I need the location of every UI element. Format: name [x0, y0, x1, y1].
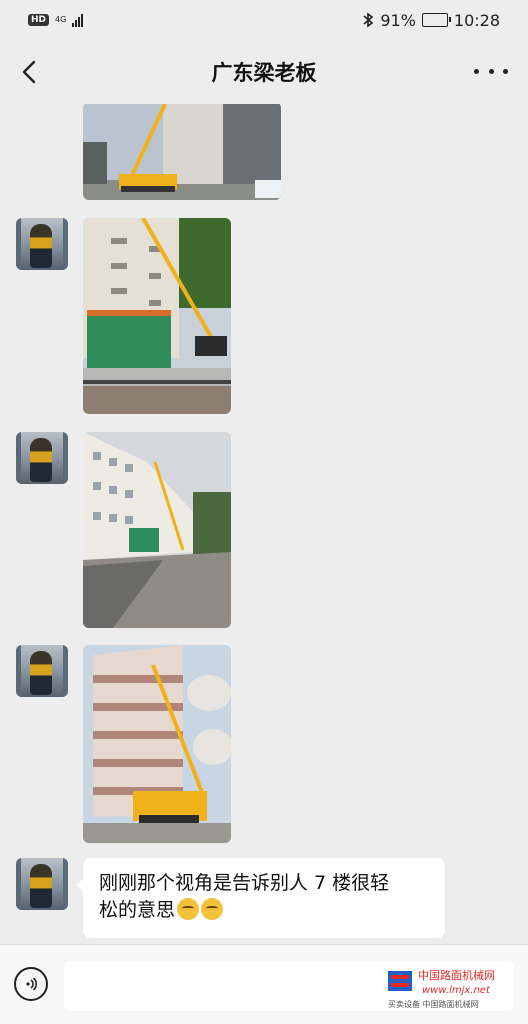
- dot-icon: [488, 68, 494, 74]
- avatar-frame: [16, 858, 68, 910]
- photo-message-3[interactable]: [83, 432, 231, 628]
- chat-header: 广东梁老板: [0, 40, 528, 104]
- avatar-frame: [16, 218, 68, 270]
- more-button[interactable]: [474, 58, 508, 84]
- clock: 10:28: [453, 10, 500, 30]
- status-right: 91% 10:28: [362, 11, 500, 30]
- photo-message-2[interactable]: [83, 218, 231, 414]
- photo-message-4[interactable]: [83, 645, 231, 843]
- avatar-frame: [16, 645, 68, 697]
- chat-title: 广东梁老板: [211, 61, 317, 85]
- dot-icon: [503, 68, 508, 74]
- watermark-line-1: 中国路面机械网: [418, 968, 495, 982]
- message-line-1: 刚刚那个视角是告诉别人 7 楼很轻: [99, 872, 390, 894]
- status-bar: HD 4G 91% 10:28: [0, 0, 528, 40]
- avatar-frame: [16, 432, 68, 484]
- back-button[interactable]: [14, 56, 46, 88]
- status-left: HD 4G: [28, 13, 84, 27]
- watermark-line-3: 买卖设备 中国路面机械网: [388, 999, 479, 1009]
- avatar[interactable]: [16, 218, 68, 270]
- network-type-label: 4G: [55, 15, 67, 24]
- input-bar: 中国路面机械网 www.lmjx.net 买卖设备 中国路面机械网: [0, 944, 528, 1024]
- network-type: 4G: [55, 16, 66, 24]
- crane-photo: [83, 104, 281, 200]
- avatar[interactable]: [16, 432, 68, 484]
- site-watermark: 中国路面机械网 www.lmjx.net 买卖设备 中国路面机械网: [388, 968, 495, 1009]
- voice-input-button[interactable]: [14, 967, 48, 1001]
- crane-photo: [83, 218, 231, 414]
- photo-message-1[interactable]: [83, 104, 281, 200]
- message-line-2-wrap: 松的意思: [99, 897, 429, 924]
- dot-icon: [474, 68, 479, 74]
- chat-area[interactable]: 刚刚那个视角是告诉别人 7 楼很轻 松的意思: [0, 104, 528, 944]
- crane-photo: [83, 645, 231, 843]
- voice-icon: [26, 977, 38, 991]
- dizzy-face-emoji-icon: [177, 898, 200, 920]
- avatar[interactable]: [16, 645, 68, 697]
- crane-photo: [83, 432, 231, 628]
- signal-icon: [72, 13, 84, 27]
- battery-icon: [421, 13, 451, 27]
- hd-badge: HD: [28, 14, 50, 26]
- battery-percent: 91%: [380, 10, 416, 30]
- bluetooth-icon: [363, 12, 374, 28]
- avatar[interactable]: [16, 858, 68, 910]
- text-message-bubble[interactable]: 刚刚那个视角是告诉别人 7 楼很轻 松的意思: [76, 858, 445, 938]
- dizzy-face-emoji-icon: [201, 898, 224, 920]
- watermark-line-2: www.lmjx.net: [422, 985, 491, 996]
- chevron-left-icon: [22, 60, 36, 84]
- message-line-2: 松的意思: [99, 899, 176, 921]
